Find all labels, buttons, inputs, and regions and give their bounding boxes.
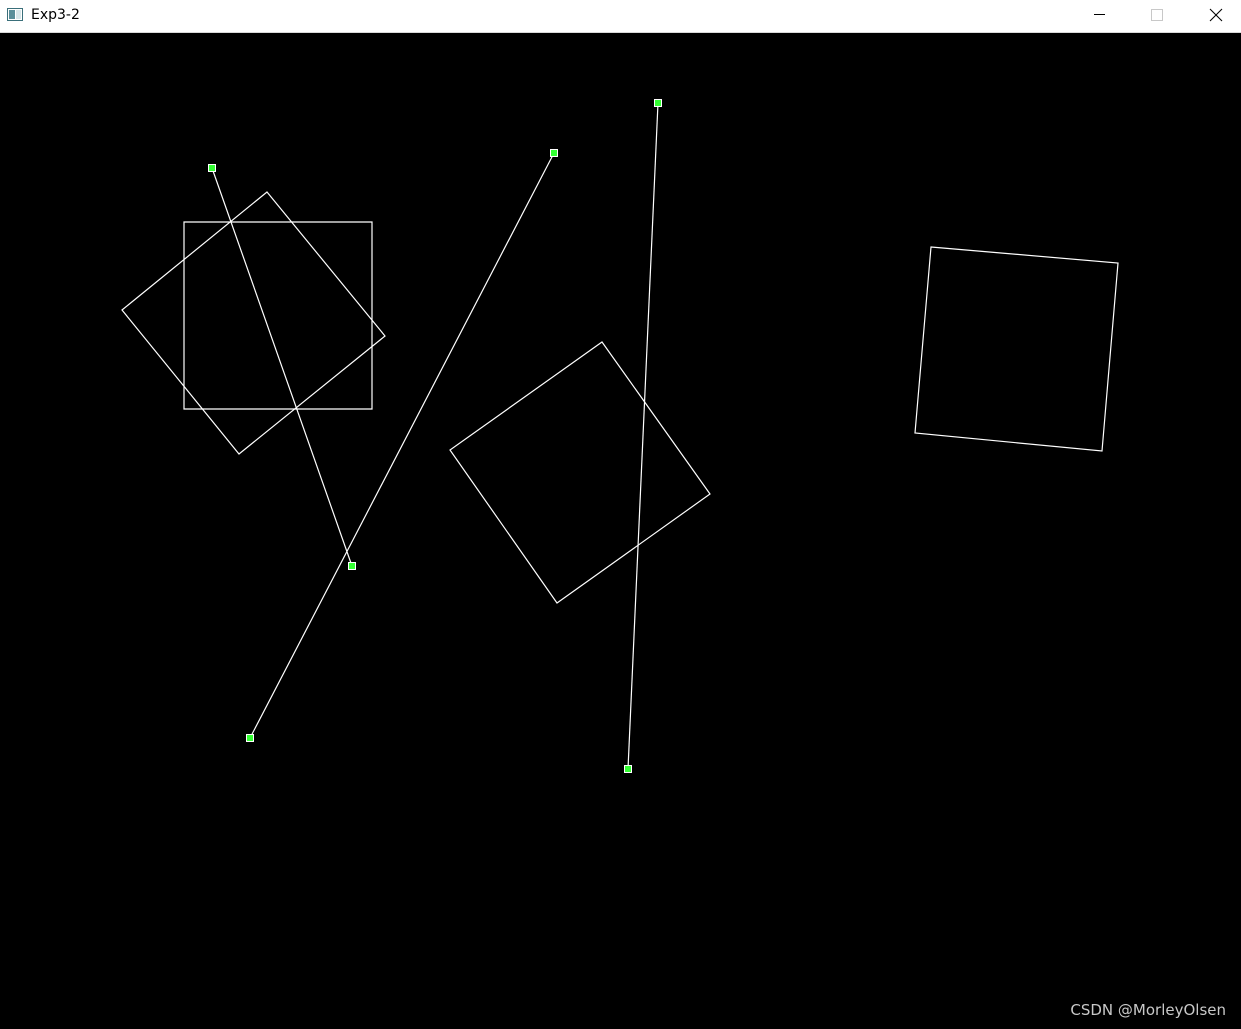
close-button[interactable] [1186, 0, 1241, 33]
square-axis-aligned [183, 221, 373, 410]
watermark-text: CSDN @MorleyOlsen [1070, 1001, 1226, 1019]
drawing-canvas[interactable] [0, 33, 1241, 1029]
control-point[interactable] [208, 164, 216, 172]
application-window: Exp3-2 CSDN @MorleyOlsen [0, 0, 1241, 1029]
square-rotated-right [914, 246, 1119, 452]
line-segment-3 [627, 102, 659, 770]
window-title: Exp3-2 [31, 7, 80, 23]
maximize-button[interactable] [1128, 0, 1186, 33]
control-point[interactable] [348, 562, 356, 570]
application-window-icon [7, 8, 23, 21]
control-point[interactable] [624, 765, 632, 773]
minimize-button[interactable] [1070, 0, 1128, 33]
control-point[interactable] [246, 734, 254, 742]
control-point[interactable] [654, 99, 662, 107]
line-segment-1 [211, 167, 353, 567]
control-point[interactable] [550, 149, 558, 157]
square-rotated-center [449, 341, 711, 604]
line-segment-2 [249, 152, 555, 739]
title-bar[interactable]: Exp3-2 [0, 0, 1241, 33]
square-rotated-left [121, 191, 386, 455]
